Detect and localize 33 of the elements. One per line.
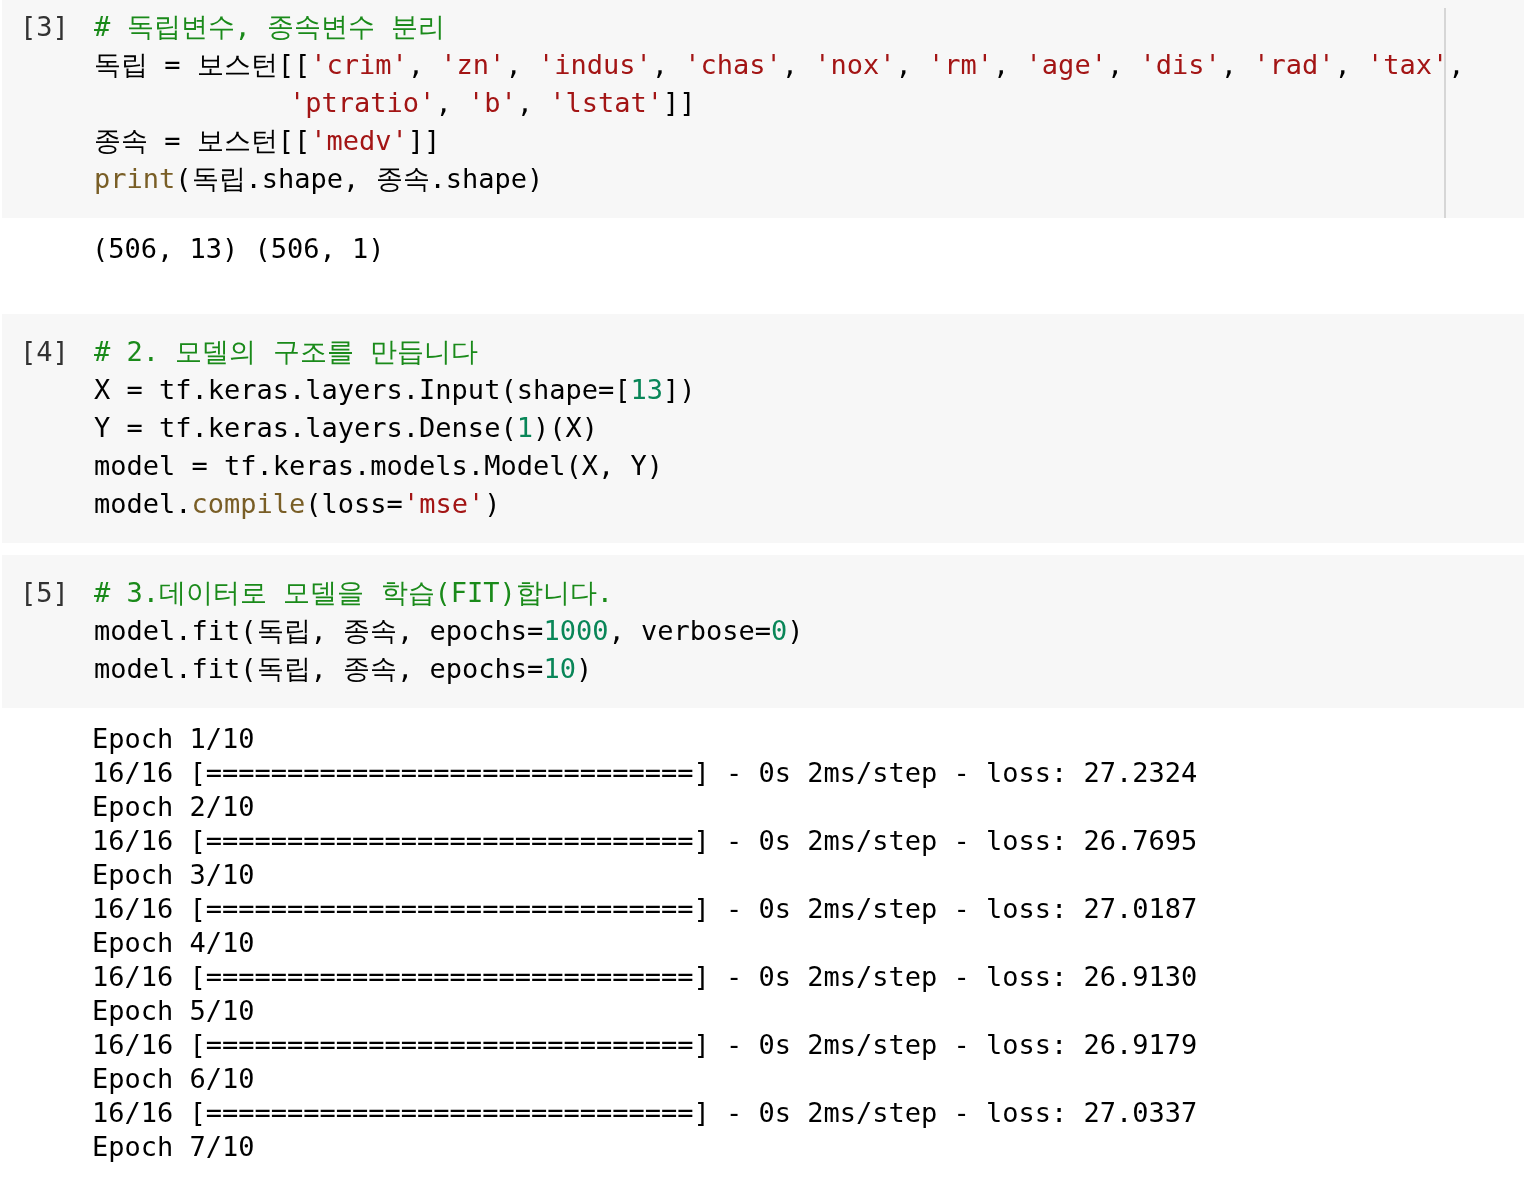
code-line: 종속 = 보스턴[['medv']]	[94, 124, 441, 158]
code-line: model.fit(독립, 종속, epochs=1000, verbose=0)	[94, 614, 804, 648]
output-line: Epoch 4/10	[92, 926, 255, 960]
code-line: model.fit(독립, 종속, epochs=10)	[94, 652, 593, 686]
code-line: Y = tf.keras.layers.Dense(1)(X)	[94, 411, 598, 445]
code-line: # 3.데이터로 모델을 학습(FIT)합니다.	[94, 576, 614, 610]
cell-prompt: [4]	[19, 335, 70, 369]
output-line: 16/16 [==============================] - 0s 2ms/step - loss: 26.7695	[92, 824, 1198, 858]
code-cell[interactable]: [4] # 2. 모델의 구조를 만듭니다 X = tf.keras.layers.Input(shape=[13]) Y = tf.keras.layers.Dense(1)(X) model = tf.keras.models.Model(X, Y) model.compile(loss='mse')	[2, 314, 1524, 543]
code-line: model.compile(loss='mse')	[94, 487, 501, 521]
output-line: Epoch 6/10	[92, 1062, 255, 1096]
output-line: Epoch 1/10	[92, 722, 255, 756]
output-line: 16/16 [==============================] - 0s 2ms/step - loss: 26.9179	[92, 1028, 1198, 1062]
output-line: Epoch 2/10	[92, 790, 255, 824]
cell-prompt: [3]	[19, 10, 70, 44]
code-cell[interactable]: [3] # 독립변수, 종속변수 분리 독립 = 보스턴[['crim', 'zn', 'indus', 'chas', 'nox', 'rm', 'age', 'dis', 'rad', 'tax', 'ptratio', 'b', 'lstat']] 종속 = 보스턴[['medv']] print(독립.shape, 종속.shape)	[2, 0, 1524, 218]
code-cell[interactable]: [5] # 3.데이터로 모델을 학습(FIT)합니다. model.fit(독립, 종속, epochs=1000, verbose=0) model.fit(독립, 종속, epochs=10)	[2, 555, 1524, 708]
code-line: model = tf.keras.models.Model(X, Y)	[94, 449, 663, 483]
output-line: 16/16 [==============================] - 0s 2ms/step - loss: 27.2324	[92, 756, 1198, 790]
code-line: print(독립.shape, 종속.shape)	[94, 162, 544, 196]
code-line: # 독립변수, 종속변수 분리	[94, 10, 446, 44]
output-line: (506, 13) (506, 1)	[92, 232, 385, 266]
code-line: 'ptratio', 'b', 'lstat']]	[288, 86, 696, 120]
code-line: X = tf.keras.layers.Input(shape=[13])	[94, 373, 696, 407]
output-line: 16/16 [==============================] - 0s 2ms/step - loss: 27.0187	[92, 892, 1198, 926]
code-line: # 2. 모델의 구조를 만듭니다	[94, 335, 478, 369]
output-line: Epoch 7/10	[92, 1130, 255, 1164]
output-line: 16/16 [==============================] - 0s 2ms/step - loss: 27.0337	[92, 1096, 1198, 1130]
output-line: Epoch 5/10	[92, 994, 255, 1028]
cell-prompt: [5]	[19, 576, 70, 610]
output-line: Epoch 3/10	[92, 858, 255, 892]
output-line: 16/16 [==============================] - 0s 2ms/step - loss: 26.9130	[92, 960, 1198, 994]
code-line: 독립 = 보스턴[['crim', 'zn', 'indus', 'chas', 'nox', 'rm', 'age', 'dis', 'rad', 'tax',	[94, 48, 1465, 82]
